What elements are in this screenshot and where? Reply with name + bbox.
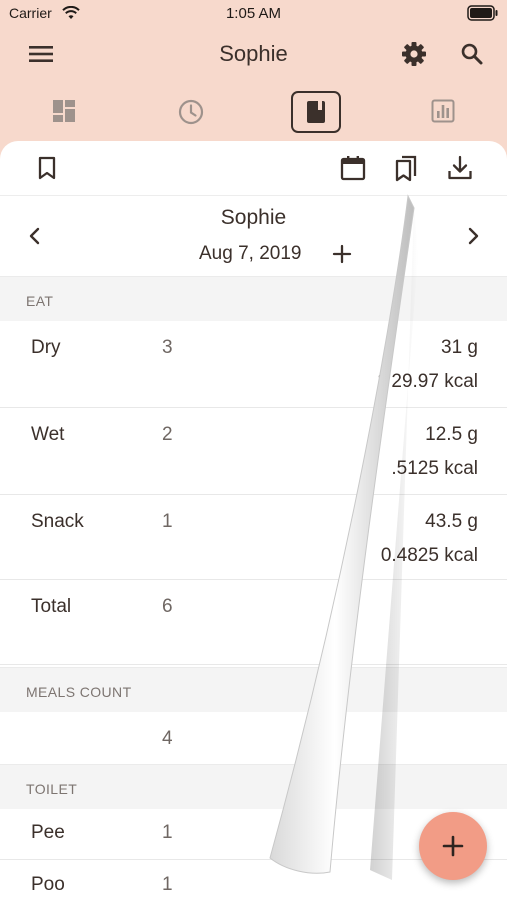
total-count: 6 (162, 596, 173, 617)
download-icon (448, 155, 472, 180)
kcal-value: 1 29.97 kcal (377, 371, 478, 392)
tab-statistics[interactable] (418, 90, 468, 132)
meals-count-value: 4 (162, 728, 173, 749)
search-button[interactable] (457, 39, 487, 69)
count-value: 1 (162, 874, 173, 895)
section-header-toilet: TOILET (0, 764, 507, 810)
clock-icon (178, 99, 204, 125)
plus-icon (442, 835, 464, 857)
calendar-button[interactable] (339, 154, 367, 182)
search-icon (461, 43, 483, 65)
food-type-label: Dry (31, 337, 61, 358)
battery-icon (467, 5, 498, 21)
food-type-label: Wet (31, 424, 65, 445)
table-row[interactable]: Snack 1 43.5 g 0.4825 kcal (0, 495, 507, 580)
toilet-type-label: Poo (31, 874, 65, 895)
bar-chart-icon (431, 99, 455, 123)
kcal-value: .5125 kcal (391, 458, 478, 479)
book-icon (307, 101, 325, 123)
dashboard-icon (53, 100, 75, 122)
tab-diary[interactable] (291, 91, 341, 133)
table-row[interactable]: Dry 3 31 g 1 29.97 kcal (0, 321, 507, 408)
page-title: Sophie (219, 41, 288, 66)
section-title: MEALS COUNT (26, 684, 132, 700)
bookmarks-button[interactable] (392, 154, 420, 182)
meals-count-row: 4 (0, 712, 507, 766)
section-header-meals-count: MEALS COUNT (0, 667, 507, 713)
total-row: Total 6 (0, 580, 507, 665)
clock-time: 1:05 AM (225, 5, 282, 22)
tab-history[interactable] (165, 90, 215, 132)
calendar-icon (340, 156, 366, 181)
tab-bar (0, 86, 507, 136)
menu-button[interactable] (28, 42, 58, 66)
settings-button[interactable] (399, 39, 429, 69)
bookmarks-icon (395, 155, 417, 182)
section-title: EAT (26, 293, 54, 309)
add-entry-header-button[interactable] (330, 242, 354, 266)
gear-icon (402, 42, 426, 66)
hamburger-menu-icon (29, 46, 53, 62)
current-date[interactable]: Aug 7, 2019 (199, 243, 301, 265)
count-value: 1 (162, 511, 173, 532)
kcal-value: 0.4825 kcal (380, 545, 478, 566)
total-label: Total (31, 596, 72, 617)
add-entry-fab[interactable] (419, 812, 487, 880)
section-header-eat: EAT (0, 276, 507, 322)
pet-name: Sophie (220, 206, 287, 229)
toilet-type-label: Pee (31, 822, 65, 843)
next-day-button[interactable] (461, 224, 485, 248)
count-value: 1 (162, 822, 173, 843)
bookmark-button[interactable] (33, 154, 61, 182)
section-title: TOILET (26, 781, 78, 797)
plus-icon (332, 244, 352, 264)
food-type-label: Snack (31, 511, 84, 532)
chevron-right-icon (468, 227, 479, 245)
grams-value: 43.5 g (425, 511, 478, 532)
diary-toolbar (0, 141, 507, 196)
tab-dashboard[interactable] (39, 90, 89, 132)
count-value: 2 (162, 424, 173, 445)
grams-value: 31 g (441, 337, 478, 358)
bookmark-icon (38, 156, 56, 180)
status-bar: Carrier 1:05 AM (0, 0, 507, 28)
diary-sheet: Sophie Aug 7, 2019 EAT Dry 3 31 g 1 29.9… (0, 141, 507, 900)
count-value: 3 (162, 337, 173, 358)
grams-value: 12.5 g (425, 424, 478, 445)
day-header: Sophie Aug 7, 2019 (0, 196, 507, 276)
app-bar: Sophie (0, 30, 507, 78)
table-row[interactable]: Wet 2 12.5 g .5125 kcal (0, 408, 507, 495)
download-button[interactable] (446, 154, 474, 182)
